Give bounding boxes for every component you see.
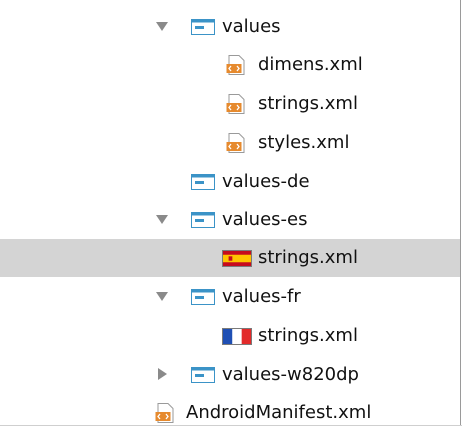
tree-item-values-w820dp[interactable]: values-w820dp — [0, 356, 460, 394]
spain-flag-icon — [222, 250, 252, 267]
xml-file-icon — [226, 94, 245, 114]
tree-item-label: values-es — [222, 209, 308, 230]
folder-icon — [191, 367, 215, 383]
expand-arrow-down-icon[interactable] — [156, 215, 168, 224]
tree-item-label: values-w820dp — [222, 364, 359, 385]
folder-icon — [191, 212, 215, 228]
tree-item-strings-xml[interactable]: strings.xml — [0, 85, 460, 123]
tree-item-values[interactable]: values — [0, 8, 460, 46]
tree-item-styles-xml[interactable]: styles.xml — [0, 124, 460, 162]
tree-item-label: values-de — [222, 171, 310, 192]
xml-file-icon — [226, 55, 245, 75]
xml-file-icon — [226, 133, 245, 153]
project-tree-panel: values dimens.xml strings.xml styles.xml — [0, 0, 461, 426]
tree-item-android-manifest[interactable]: AndroidManifest.xml — [0, 394, 460, 432]
tree-item-dimens-xml[interactable]: dimens.xml — [0, 46, 460, 84]
france-flag-icon — [222, 328, 252, 345]
xml-file-icon — [155, 403, 174, 423]
tree-item-label: values — [222, 16, 281, 37]
tree-item-label: strings.xml — [258, 93, 358, 114]
folder-icon — [191, 174, 215, 190]
tree-item-label: strings.xml — [258, 325, 358, 346]
expand-arrow-down-icon[interactable] — [156, 22, 168, 31]
expand-arrow-down-icon[interactable] — [156, 292, 168, 301]
folder-icon — [191, 289, 215, 305]
tree-item-label: AndroidManifest.xml — [186, 402, 372, 423]
tree-item-values-de[interactable]: values-de — [0, 163, 460, 201]
tree-item-label: values-fr — [222, 286, 301, 307]
tree-item-label: styles.xml — [258, 132, 350, 153]
tree-item-strings-xml-fr[interactable]: strings.xml — [0, 317, 460, 355]
tree-item-values-fr[interactable]: values-fr — [0, 278, 460, 316]
tree-item-label: strings.xml — [258, 247, 358, 268]
folder-icon — [191, 19, 215, 35]
tree-item-values-es[interactable]: values-es — [0, 201, 460, 239]
tree-item-strings-xml-es[interactable]: strings.xml — [0, 239, 460, 277]
tree-item-label: dimens.xml — [258, 54, 363, 75]
expand-arrow-right-icon[interactable] — [158, 368, 167, 380]
